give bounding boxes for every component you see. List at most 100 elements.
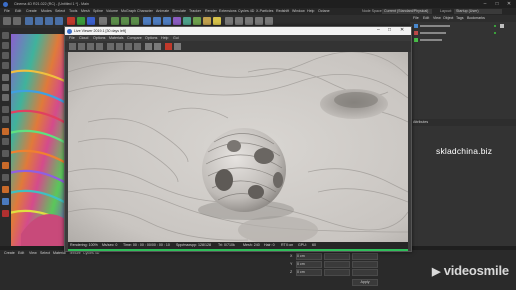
render-view-icon[interactable]: [111, 17, 119, 25]
lv-close-button[interactable]: ✕: [400, 28, 404, 33]
planar-workplane-icon[interactable]: [2, 150, 9, 157]
menu-animate[interactable]: Animate: [156, 9, 169, 14]
scale-icon[interactable]: [45, 17, 53, 25]
menu-spline[interactable]: Spline: [93, 9, 103, 14]
redshift-icon[interactable]: [2, 210, 9, 217]
lv-region-icon[interactable]: [116, 43, 123, 50]
visibility-dot-icon[interactable]: [494, 25, 496, 27]
plugin-icon-2[interactable]: [235, 17, 243, 25]
menu-mograph[interactable]: MoGraph: [121, 9, 136, 14]
rotate-icon[interactable]: [55, 17, 63, 25]
subdivision-icon[interactable]: [163, 17, 171, 25]
snapping-icon[interactable]: [2, 128, 9, 135]
node-space-select[interactable]: Current (Standard/Physical): [382, 9, 432, 14]
floor-icon[interactable]: [193, 17, 201, 25]
lv-kernel-icon[interactable]: [145, 43, 152, 50]
size-x-field[interactable]: [324, 253, 350, 260]
rotation-b-field[interactable]: [352, 269, 378, 276]
render-settings-icon[interactable]: [131, 17, 139, 25]
edges-mode-icon[interactable]: [2, 84, 9, 91]
menu-select[interactable]: Select: [55, 9, 65, 14]
lv-focus-icon[interactable]: [134, 43, 141, 50]
lock-workplane-icon[interactable]: [2, 138, 9, 145]
plugin-icon-4[interactable]: [255, 17, 263, 25]
menu-volume[interactable]: Volume: [106, 9, 118, 14]
lv-channel-icon[interactable]: [154, 43, 161, 50]
cloner-icon[interactable]: [173, 17, 181, 25]
make-editable-icon[interactable]: [2, 32, 9, 39]
enable-axis-icon[interactable]: [2, 106, 9, 113]
z-axis-icon[interactable]: [87, 17, 95, 25]
lv-clear-icon[interactable]: [78, 43, 85, 50]
live-viewer-title-bar[interactable]: Live Viewer 2019.1 [30 days left] – □ ✕: [65, 27, 411, 35]
lv-minimize-button[interactable]: –: [377, 28, 380, 33]
plugin-icon-3[interactable]: [245, 17, 253, 25]
layout-select[interactable]: Startup (User): [454, 9, 502, 14]
light-icon[interactable]: [213, 17, 221, 25]
close-button[interactable]: ✕: [504, 1, 514, 7]
lv-send-scene-icon[interactable]: [69, 43, 76, 50]
pen-icon[interactable]: [153, 17, 161, 25]
mm-menu-edit[interactable]: Edit: [18, 251, 24, 256]
editor-viewport[interactable]: [11, 28, 65, 246]
menu-character[interactable]: Character: [137, 9, 153, 14]
live-viewer-window[interactable]: Live Viewer 2019.1 [30 days left] – □ ✕ …: [64, 26, 412, 252]
points-mode-icon[interactable]: [2, 74, 9, 81]
om-menu-edit[interactable]: Edit: [423, 16, 429, 21]
om-menu-view[interactable]: View: [433, 16, 441, 21]
om-menu-file[interactable]: File: [413, 16, 419, 21]
model-mode-icon[interactable]: [2, 42, 9, 49]
size-z-field[interactable]: [324, 269, 350, 276]
viewport-solo-icon[interactable]: [2, 174, 9, 181]
cube-icon[interactable]: [143, 17, 151, 25]
deformer-icon[interactable]: [183, 17, 191, 25]
menu-cycles4d[interactable]: Cycles 4D: [238, 9, 254, 14]
texture-mode-icon[interactable]: [2, 52, 9, 59]
tag-icon[interactable]: [500, 24, 504, 28]
rotation-h-field[interactable]: [352, 253, 378, 260]
coord-x-field[interactable]: 0 cm: [296, 253, 322, 260]
menu-tools[interactable]: Tools: [69, 9, 77, 14]
mm-menu-create[interactable]: Create: [4, 251, 15, 256]
om-menu-object[interactable]: Object: [443, 16, 453, 21]
solo-icon[interactable]: [2, 162, 9, 169]
object-row[interactable]: [414, 24, 512, 29]
menu-file[interactable]: File: [4, 9, 10, 14]
maximize-button[interactable]: □: [492, 1, 502, 7]
menu-window[interactable]: Window: [292, 9, 305, 14]
minimize-button[interactable]: –: [480, 1, 490, 7]
select-icon[interactable]: [25, 17, 33, 25]
plugin-icon-5[interactable]: [265, 17, 273, 25]
visibility-dot-icon[interactable]: [494, 32, 496, 34]
coord-y-field[interactable]: 0 cm: [296, 261, 322, 268]
workplane-icon[interactable]: [2, 62, 9, 69]
menu-render[interactable]: Render: [205, 9, 217, 14]
coord-z-field[interactable]: 0 cm: [296, 269, 322, 276]
om-menu-tags[interactable]: Tags: [456, 16, 464, 21]
apply-button[interactable]: Apply: [352, 279, 378, 286]
menu-create[interactable]: Create: [26, 9, 37, 14]
coordinate-system-icon[interactable]: [99, 17, 107, 25]
camera-icon[interactable]: [203, 17, 211, 25]
size-y-field[interactable]: [324, 261, 350, 268]
menu-tracker[interactable]: Tracker: [189, 9, 201, 14]
mm-menu-select[interactable]: Select: [40, 251, 50, 256]
menu-octane[interactable]: Octane: [318, 9, 330, 14]
lv-lock-icon[interactable]: [174, 43, 181, 50]
lv-maximize-button[interactable]: □: [388, 28, 391, 33]
lv-render-icon[interactable]: [165, 43, 172, 50]
om-menu-bookmarks[interactable]: Bookmarks: [467, 16, 485, 21]
rotation-p-field[interactable]: [352, 261, 378, 268]
menu-edit[interactable]: Edit: [15, 9, 21, 14]
render-to-picture-viewer-icon[interactable]: [121, 17, 129, 25]
undo-icon[interactable]: [3, 17, 11, 25]
lv-pick-icon[interactable]: [125, 43, 132, 50]
menu-modes[interactable]: Modes: [41, 9, 52, 14]
cinema-icon[interactable]: [2, 186, 9, 193]
lv-zoom-icon[interactable]: [107, 43, 114, 50]
mm-menu-view[interactable]: View: [29, 251, 37, 256]
object-row[interactable]: [414, 38, 512, 43]
x-axis-icon[interactable]: [67, 17, 75, 25]
menu-simulate[interactable]: Simulate: [172, 9, 186, 14]
tweak-icon[interactable]: [2, 116, 9, 123]
